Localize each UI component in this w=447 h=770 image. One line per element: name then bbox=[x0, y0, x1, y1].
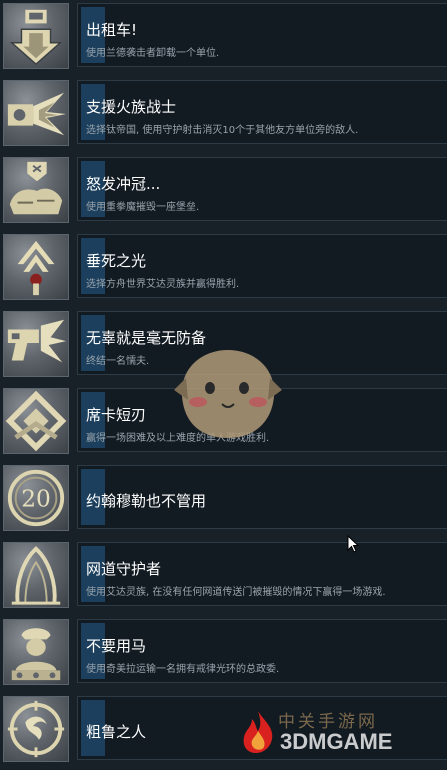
achievement-row[interactable]: 出租车! 使用兰德袭击者卸载一个单位. bbox=[0, 0, 447, 77]
achievement-row[interactable]: 怒发冲冠... 使用重拳魔摧毁一座堡垒. bbox=[0, 154, 447, 231]
achievement-panel: 约翰穆勒也不管用 bbox=[77, 465, 447, 529]
achievement-panel: 怒发冲冠... 使用重拳魔摧毁一座堡垒. bbox=[77, 157, 447, 221]
achievement-panel: 网道守护者 使用艾达灵族, 在没有任何网道传送门被摧毁的情况下赢得一场游戏. bbox=[77, 542, 447, 606]
achievement-row[interactable]: 网道守护者 使用艾达灵族, 在没有任何网道传送门被摧毁的情况下赢得一场游戏. bbox=[0, 539, 447, 616]
achievement-row[interactable]: 不要用马 使用奇美拉运输一名拥有戒律光环的总政委. bbox=[0, 616, 447, 693]
achievement-panel: 支援火族战士 选择钛帝国, 使用守护射击消灭10个于其他友方单位旁的敌人. bbox=[77, 80, 447, 144]
achievement-panel: 不要用马 使用奇美拉运输一名拥有戒律光环的总政委. bbox=[77, 619, 447, 683]
achievement-title: 出租车! bbox=[86, 21, 138, 39]
achievement-desc: 选择钛帝国, 使用守护射击消灭10个于其他友方单位旁的敌人. bbox=[86, 125, 359, 136]
achievement-title: 粗鲁之人 bbox=[86, 723, 147, 741]
achievement-panel: 出租车! 使用兰德袭击者卸载一个单位. bbox=[77, 3, 447, 67]
gun-burst-icon bbox=[3, 80, 69, 146]
achievement-title: 垂死之光 bbox=[86, 252, 147, 270]
achievement-title: 怒发冲冠... bbox=[86, 175, 161, 193]
webway-gate-icon bbox=[3, 542, 69, 608]
drop-arrow-icon bbox=[3, 3, 69, 69]
number-20-icon: 20 bbox=[3, 465, 69, 531]
achievement-desc: 使用艾达灵族, 在没有任何网道传送门被摧毁的情况下赢得一场游戏. bbox=[86, 587, 386, 598]
achievement-title: 约翰穆勒也不管用 bbox=[86, 492, 207, 510]
pistol-icon bbox=[3, 311, 69, 377]
achievement-row[interactable]: 20 约翰穆勒也不管用 bbox=[0, 462, 447, 539]
achievement-title: 席卡短刃 bbox=[86, 406, 147, 424]
achievement-title: 支援火族战士 bbox=[86, 98, 177, 116]
achievement-desc: 使用奇美拉运输一名拥有戒律光环的总政委. bbox=[86, 664, 280, 675]
eldar-rune-icon bbox=[3, 234, 69, 300]
mouse-cursor-icon bbox=[347, 535, 359, 553]
watermark-brand: 3DMGAME bbox=[280, 729, 393, 754]
fist-icon bbox=[3, 157, 69, 223]
achievement-desc: 使用兰德袭击者卸载一个单位. bbox=[86, 48, 220, 59]
achievement-title: 网道守护者 bbox=[86, 560, 162, 578]
achievement-row[interactable]: 支援火族战士 选择钛帝国, 使用守护射击消灭10个于其他友方单位旁的敌人. bbox=[0, 77, 447, 154]
achievement-desc: 选择方舟世界艾达灵族并赢得胜利. bbox=[86, 279, 240, 290]
achievement-desc: 使用重拳魔摧毁一座堡垒. bbox=[86, 202, 200, 213]
achievement-panel: 垂死之光 选择方舟世界艾达灵族并赢得胜利. bbox=[77, 234, 447, 298]
chevron-emblem-icon bbox=[3, 388, 69, 454]
achievement-row[interactable]: 垂死之光 选择方舟世界艾达灵族并赢得胜利. bbox=[0, 231, 447, 308]
ork-glyph-icon bbox=[3, 696, 69, 762]
commissar-icon bbox=[3, 619, 69, 685]
achievement-title: 不要用马 bbox=[86, 637, 147, 655]
watermark: 中关手游网 3DMGAME bbox=[238, 705, 443, 759]
flame-logo-icon bbox=[243, 711, 273, 753]
icon-number-label: 20 bbox=[21, 486, 51, 513]
mascot-watermark-icon bbox=[174, 350, 282, 438]
achievement-desc: 终结一名懦夫. bbox=[86, 356, 150, 367]
